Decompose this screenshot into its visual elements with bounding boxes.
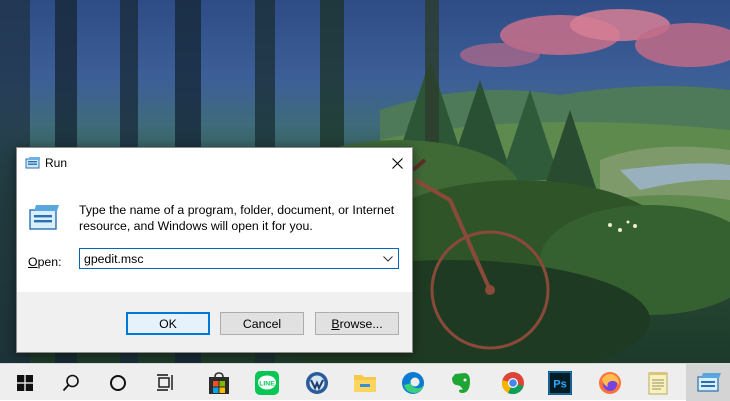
close-icon — [391, 157, 403, 169]
taskbar-firefox[interactable] — [587, 364, 633, 401]
cancel-button[interactable]: Cancel — [220, 312, 304, 335]
taskbar-edge[interactable] — [390, 364, 436, 401]
microsoft-store-icon — [209, 371, 229, 394]
evernote-icon — [452, 372, 470, 393]
taskbar-store[interactable] — [196, 364, 242, 401]
open-label: Open: — [28, 255, 62, 269]
close-button[interactable] — [382, 148, 412, 178]
notepad-icon — [648, 371, 668, 394]
photoshop-icon: Ps — [548, 370, 572, 395]
cortana-icon — [110, 374, 126, 391]
task-view-button[interactable] — [142, 364, 188, 401]
open-input[interactable]: gpedit.msc — [84, 252, 143, 266]
start-button[interactable] — [2, 364, 48, 401]
taskbar-line[interactable]: LINE — [244, 364, 290, 401]
run-program-icon — [28, 204, 60, 237]
taskbar-evernote[interactable] — [438, 364, 484, 401]
firefox-icon — [599, 371, 621, 394]
browse-button[interactable]: Browse... — [315, 312, 399, 335]
dialog-description: Type the name of a program, folder, docu… — [79, 203, 395, 233]
dialog-title: Run — [45, 156, 68, 170]
run-icon — [697, 372, 721, 392]
task-view-icon — [157, 373, 173, 391]
windows-start-icon — [17, 374, 33, 391]
ok-button[interactable]: OK — [126, 312, 210, 335]
taskbar-run[interactable] — [686, 364, 730, 401]
edge-browser-icon — [402, 371, 424, 394]
chrome-icon — [502, 371, 524, 394]
taskbar-chrome[interactable] — [490, 364, 536, 401]
search-button[interactable] — [48, 364, 94, 401]
app-icon — [306, 371, 328, 394]
run-icon — [25, 156, 41, 175]
taskbar-notepad[interactable] — [635, 364, 681, 401]
run-dialog: Run Type the name of a program, folder, … — [16, 147, 413, 353]
file-explorer-icon — [354, 374, 376, 392]
chevron-down-icon[interactable] — [380, 251, 396, 267]
photoshop-text: Ps — [553, 378, 566, 390]
button-strip: OK Cancel Browse... — [17, 292, 412, 352]
open-combobox[interactable]: gpedit.msc — [79, 248, 399, 269]
search-icon — [62, 374, 79, 391]
taskbar: LINE Ps — [0, 363, 730, 401]
taskbar-photoshop[interactable]: Ps — [537, 364, 583, 401]
taskbar-file-explorer[interactable] — [342, 364, 388, 401]
cortana-button[interactable] — [95, 364, 141, 401]
line-app-icon: LINE — [255, 370, 279, 395]
taskbar-app[interactable] — [294, 364, 340, 401]
line-app-text: LINE — [259, 380, 275, 387]
dialog-titlebar[interactable]: Run — [17, 148, 412, 178]
